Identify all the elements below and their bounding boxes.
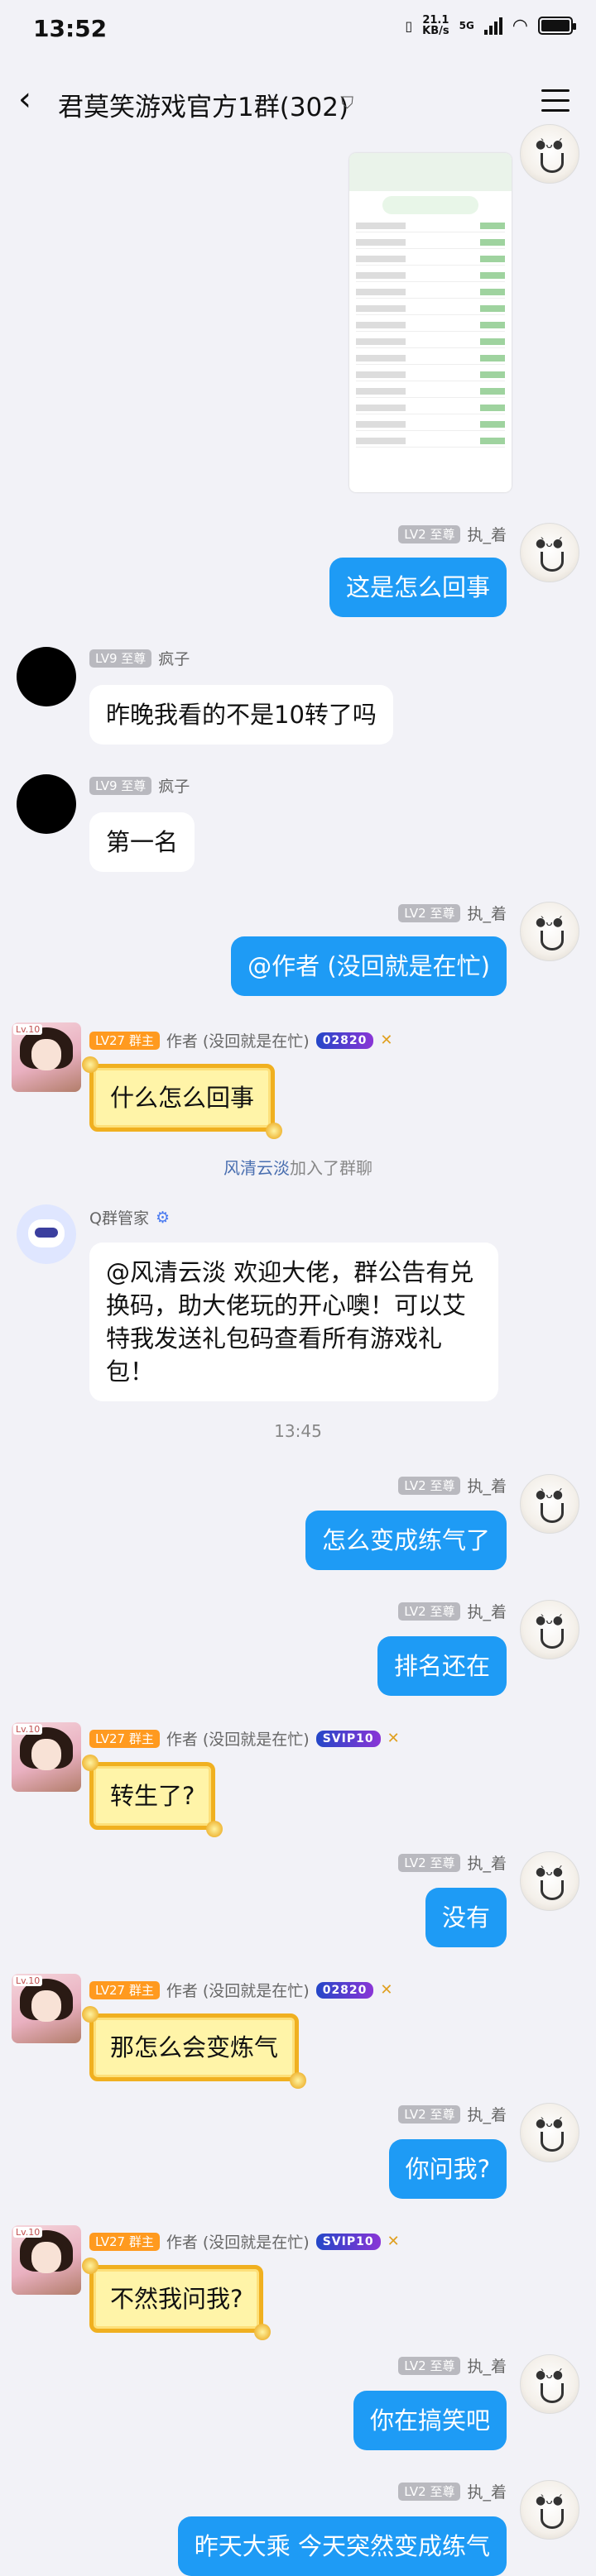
- avatar[interactable]: Lv.10: [12, 1022, 81, 1092]
- sender-meta: LV2 至尊 执_着: [398, 902, 507, 924]
- x-badge-icon: ✕: [380, 1981, 393, 1999]
- avatar[interactable]: [17, 774, 76, 834]
- back-icon[interactable]: ‹: [18, 83, 31, 116]
- signal-icon: [483, 17, 502, 35]
- message-bubble[interactable]: 你问我?: [388, 2139, 507, 2199]
- message-bubble[interactable]: 转生了?: [81, 1755, 223, 1837]
- network-type: 5G: [459, 20, 474, 31]
- sender-meta: LV27 群主 作者 (没回就是在忙) 02820 ✕: [89, 1979, 393, 2001]
- menu-icon[interactable]: [541, 89, 570, 119]
- x-badge-icon: ✕: [387, 2233, 400, 2250]
- status-bar: 13:52 ▯ 21.1 KB/s 5G ◠: [0, 0, 596, 66]
- x-badge-icon: ✕: [387, 1730, 400, 1747]
- vip-badge: SVIP10: [315, 1730, 381, 1747]
- avatar[interactable]: ●̀ᴗ●́: [520, 124, 579, 184]
- avatar[interactable]: Lv.10: [12, 2225, 81, 2295]
- sender-meta: LV9 至尊 疯子: [89, 774, 190, 797]
- robot-icon: ⚙: [155, 1208, 171, 1227]
- sender-meta: LV27 群主 作者 (没回就是在忙) SVIP10 ✕: [89, 1727, 400, 1750]
- join-notice: 风清云淡加入了群聊: [223, 1158, 372, 1178]
- avatar[interactable]: ●̀ᴗ●́: [520, 902, 579, 961]
- sender-meta: LV2 至尊 执_着: [398, 2103, 507, 2125]
- sender-meta: LV2 至尊 执_着: [398, 1600, 507, 1622]
- x-badge-icon: ✕: [380, 1032, 393, 1049]
- message-bubble[interactable]: @作者 (没回就是在忙): [231, 936, 507, 996]
- vip-badge: 02820: [315, 1032, 374, 1049]
- avatar[interactable]: ●̀ᴗ●́: [520, 2103, 579, 2162]
- sender-meta: LV27 群主 作者 (没回就是在忙) SVIP10 ✕: [89, 2230, 400, 2253]
- avatar[interactable]: ●̀ᴗ●́: [520, 2354, 579, 2414]
- sender-meta: LV9 至尊 疯子: [89, 647, 190, 669]
- chat-header: ‹ 君莫笑游戏官方1群(302) ⛉: [0, 66, 596, 136]
- wifi-icon: ◠: [512, 15, 528, 36]
- avatar[interactable]: ●̀ᴗ●́: [520, 2480, 579, 2540]
- message-bubble[interactable]: 没有: [425, 1888, 507, 1947]
- net-speed: 21.1 KB/s: [422, 14, 449, 37]
- avatar[interactable]: ●̀ᴗ●́: [520, 523, 579, 582]
- status-time: 13:52: [33, 15, 108, 42]
- message-bubble[interactable]: 你在搞笑吧: [353, 2391, 507, 2450]
- message-bubble[interactable]: 这是怎么回事: [329, 558, 507, 617]
- time-divider: 13:45: [274, 1421, 322, 1441]
- message-bubble[interactable]: 排名还在: [377, 1636, 507, 1696]
- vip-badge: 02820: [315, 1981, 374, 1999]
- avatar[interactable]: Lv.10: [12, 1974, 81, 2043]
- sender-meta: Q群管家 ⚙: [89, 1208, 171, 1228]
- joined-user-link[interactable]: 风清云淡: [223, 1158, 290, 1178]
- message-bubble[interactable]: 什么怎么回事: [81, 1056, 283, 1139]
- vip-badge: SVIP10: [315, 2233, 381, 2250]
- avatar[interactable]: ●̀ᴗ●́: [520, 1474, 579, 1534]
- avatar[interactable]: [17, 1204, 76, 1264]
- sender-meta: LV2 至尊 执_着: [398, 2354, 507, 2377]
- vibrate-icon: ▯: [405, 17, 413, 34]
- ranking-screenshot-image[interactable]: [349, 153, 512, 492]
- chat-title[interactable]: 君莫笑游戏官方1群(302): [58, 86, 348, 123]
- message-bubble[interactable]: 昨晚我看的不是10转了吗: [89, 685, 393, 745]
- sender-meta: LV2 至尊 执_着: [398, 2480, 507, 2502]
- sender-meta: LV27 群主 作者 (没回就是在忙) 02820 ✕: [89, 1029, 393, 1051]
- message-bubble[interactable]: 怎么变成练气了: [305, 1511, 507, 1570]
- avatar[interactable]: ●̀ᴗ●́: [520, 1851, 579, 1911]
- status-icons: ▯ 21.1 KB/s 5G ◠: [405, 14, 576, 37]
- avatar[interactable]: ●̀ᴗ●́: [520, 1600, 579, 1659]
- message-bubble[interactable]: 不然我问我?: [81, 2258, 272, 2340]
- message-bubble[interactable]: 那怎么会变炼气: [81, 2006, 307, 2089]
- battery-icon: [538, 17, 576, 35]
- message-bubble[interactable]: @风清云淡 欢迎大佬，群公告有兑换码，助大佬玩的开心噢！可以艾特我发送礼包码查看…: [89, 1243, 498, 1401]
- sender-meta: LV2 至尊 执_着: [398, 523, 507, 545]
- sender-meta: LV2 至尊 执_着: [398, 1851, 507, 1874]
- sender-meta: LV2 至尊 执_着: [398, 1474, 507, 1496]
- group-shield-icon: ⛉: [341, 93, 353, 113]
- avatar[interactable]: Lv.10: [12, 1722, 81, 1792]
- message-bubble[interactable]: 昨天大乘 今天突然变成练气: [177, 2516, 507, 2576]
- avatar[interactable]: [17, 647, 76, 706]
- message-bubble[interactable]: 第一名: [89, 812, 195, 872]
